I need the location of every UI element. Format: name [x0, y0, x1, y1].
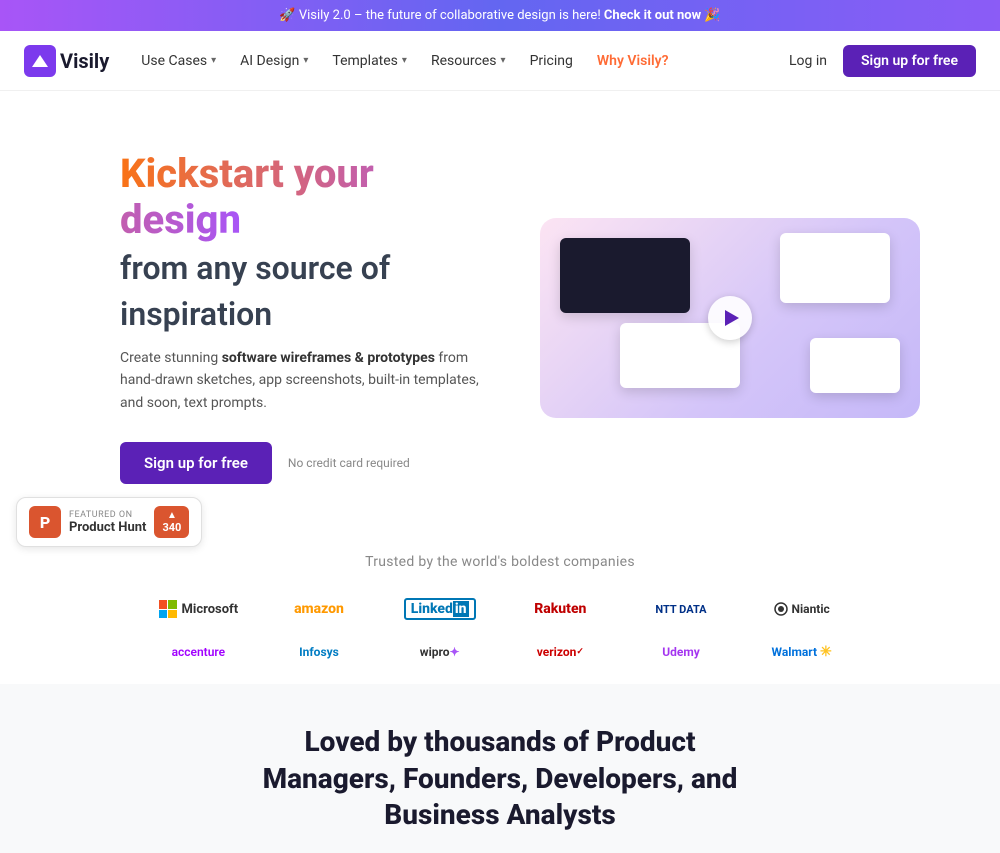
walmart-logo: Walmart ✳	[753, 640, 850, 664]
logo[interactable]: Visily	[24, 45, 109, 77]
banner-text: 🚀 Visily 2.0 – the future of collaborati…	[279, 8, 600, 23]
logo-text: Visily	[60, 49, 109, 73]
ph-count-badge: ▲ 340	[154, 506, 189, 538]
nav-pricing[interactable]: Pricing	[530, 53, 573, 69]
nav-templates[interactable]: Templates ▾	[332, 53, 407, 69]
login-button[interactable]: Log in	[789, 53, 827, 69]
banner-cta[interactable]: Check it out now 🎉	[604, 8, 721, 23]
chevron-icon: ▾	[402, 55, 407, 66]
announcement-banner: 🚀 Visily 2.0 – the future of collaborati…	[0, 0, 1000, 31]
nav-why-visily[interactable]: Why Visily?	[597, 53, 669, 69]
nav-links: Use Cases ▾ AI Design ▾ Templates ▾ Reso…	[141, 53, 789, 69]
niantic-icon	[774, 602, 788, 616]
hero-title: Kickstart your design from any source of…	[120, 151, 500, 335]
nav-actions: Log in Sign up for free	[789, 45, 976, 77]
verizon-logo: verizon✓	[512, 641, 609, 663]
nav-use-cases[interactable]: Use Cases ▾	[141, 53, 216, 69]
navbar: Visily Use Cases ▾ AI Design ▾ Templates…	[0, 31, 1000, 91]
play-icon	[725, 310, 739, 326]
product-hunt-badge[interactable]: P FEATURED ON Product Hunt ▲ 340	[16, 497, 202, 547]
hero-image	[540, 218, 920, 418]
ph-logo-icon: P	[29, 506, 61, 538]
walmart-spark-icon: ✳	[820, 644, 832, 660]
infosys-logo: Infosys	[271, 641, 368, 663]
linkedin-logo: Linkedin	[391, 594, 488, 624]
hero-cta-row: Sign up for free No credit card required	[120, 442, 500, 484]
ms-grid-icon	[159, 600, 177, 618]
logos-grid: Microsoft amazon Linkedin Rakuten NTT DA…	[150, 594, 850, 664]
ph-name: Product Hunt	[69, 520, 146, 535]
trusted-section: Trusted by the world's boldest companies…	[0, 524, 1000, 684]
ph-upvote-icon: ▲	[167, 510, 177, 521]
hero-mockup-2	[780, 233, 890, 303]
microsoft-logo: Microsoft	[150, 596, 247, 622]
nav-ai-design[interactable]: AI Design ▾	[240, 53, 308, 69]
hero-mockup-1	[560, 238, 690, 313]
chevron-icon: ▾	[211, 55, 216, 66]
logo-icon	[24, 45, 56, 77]
rakuten-logo: Rakuten	[512, 597, 609, 621]
play-button[interactable]	[708, 296, 752, 340]
hero-signup-button[interactable]: Sign up for free	[120, 442, 272, 484]
chevron-icon: ▾	[501, 55, 506, 66]
bottom-title: Loved by thousands of Product Managers, …	[250, 724, 750, 833]
ntt-logo: NTT DATA	[633, 599, 730, 620]
hero-no-credit-text: No credit card required	[288, 456, 410, 470]
amazon-logo: amazon	[271, 597, 368, 621]
nav-resources[interactable]: Resources ▾	[431, 53, 506, 69]
signup-button[interactable]: Sign up for free	[843, 45, 976, 77]
ph-text-area: FEATURED ON Product Hunt	[69, 510, 146, 535]
hero-mockup-4	[810, 338, 900, 393]
udemy-logo: Udemy	[633, 641, 730, 663]
wipro-logo: wipro✦	[391, 641, 488, 663]
hero-section: Kickstart your design from any source of…	[0, 91, 1000, 524]
trusted-title: Trusted by the world's boldest companies	[40, 554, 960, 570]
niantic-logo: Niantic	[753, 598, 850, 620]
hero-content: Kickstart your design from any source of…	[120, 151, 500, 484]
chevron-icon: ▾	[303, 55, 308, 66]
accenture-logo: accenture	[150, 641, 247, 663]
ph-featured-on: FEATURED ON	[69, 510, 146, 520]
bottom-section: Loved by thousands of Product Managers, …	[0, 684, 1000, 853]
hero-description: Create stunning software wireframes & pr…	[120, 347, 500, 414]
